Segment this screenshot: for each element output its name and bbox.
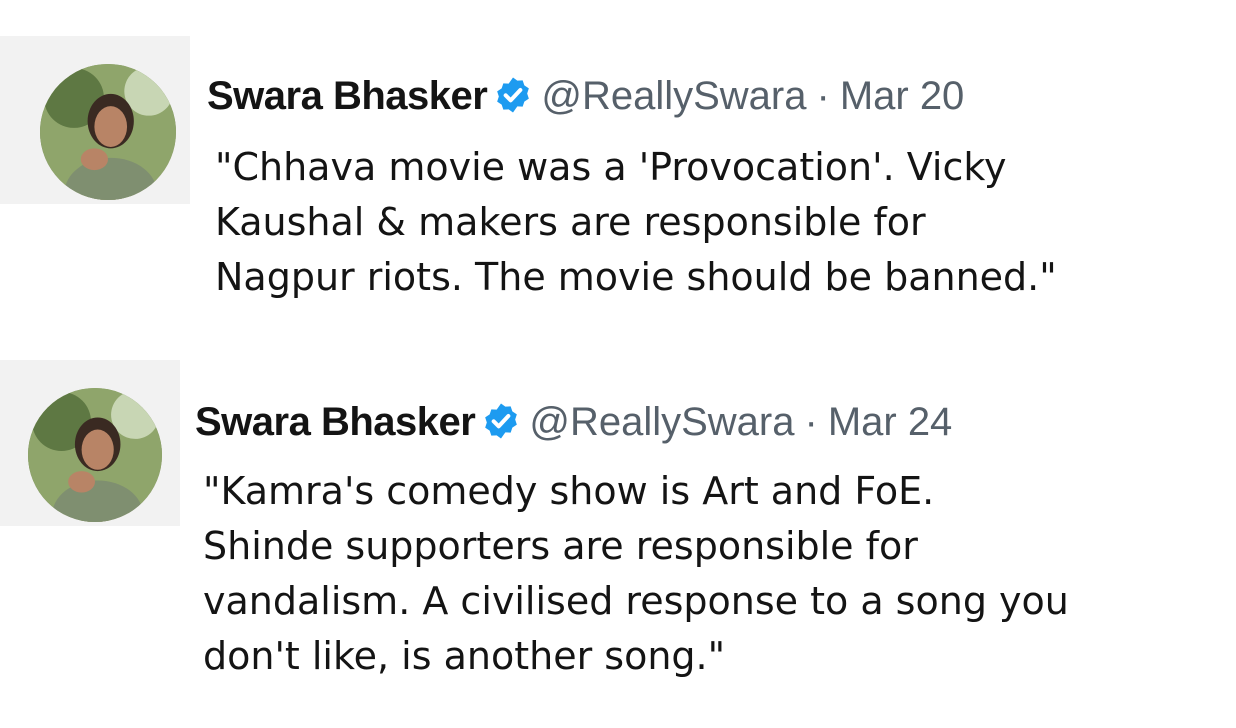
verified-badge-icon — [493, 75, 533, 115]
tweet-date[interactable]: Mar 24 — [828, 400, 953, 444]
tweet-header: Swara Bhasker @ReallySwara · Mar 24 — [195, 398, 952, 446]
profile-photo-icon — [40, 64, 176, 200]
verified-badge-icon — [481, 401, 521, 441]
author-name[interactable]: Swara Bhasker — [195, 400, 476, 444]
profile-photo-icon — [28, 388, 162, 522]
avatar-container — [0, 360, 180, 526]
separator: · — [804, 400, 818, 444]
author-handle[interactable]: @ReallySwara — [529, 400, 794, 444]
tweet-header: Swara Bhasker @ReallySwara · Mar 20 — [207, 72, 964, 120]
avatar[interactable] — [28, 388, 162, 522]
tweet-date[interactable]: Mar 20 — [840, 74, 965, 118]
avatar-container — [0, 36, 190, 204]
tweet[interactable]: Swara Bhasker @ReallySwara · Mar 24 "Kamra'… — [0, 340, 1236, 728]
tweet-text: "Kamra's comedy show is Art and FoE. Shi… — [203, 469, 1069, 678]
tweet-text: "Chhava movie was a 'Provocation'. Vicky… — [215, 145, 1057, 299]
separator: · — [816, 74, 830, 118]
avatar[interactable] — [40, 64, 176, 200]
author-name[interactable]: Swara Bhasker — [207, 74, 488, 118]
author-handle[interactable]: @ReallySwara — [541, 74, 806, 118]
tweet[interactable]: Swara Bhasker @ReallySwara · Mar 20 "Chhava… — [0, 0, 1236, 340]
